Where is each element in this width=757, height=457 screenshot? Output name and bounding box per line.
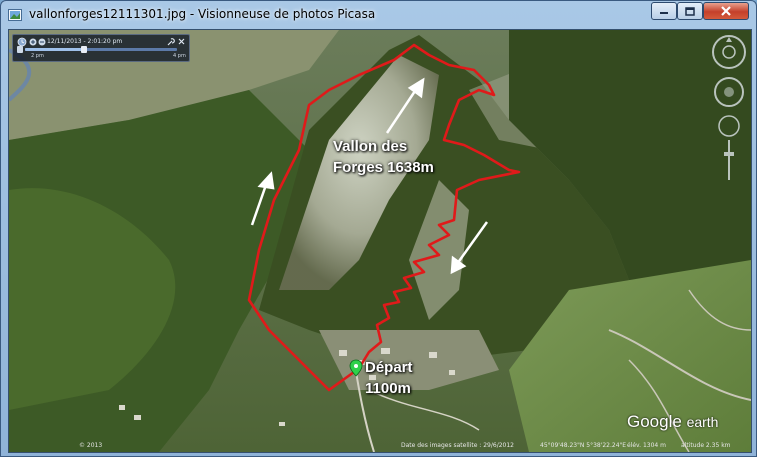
google-earth-logo-earth: earth	[686, 414, 719, 430]
picasa-viewer-window: vallonforges12111301.jpg - Visionneuse d…	[0, 0, 757, 457]
close-button[interactable]	[703, 2, 749, 20]
zoom-in-icon[interactable]	[29, 38, 37, 46]
start-label-line1: Départ	[365, 359, 413, 376]
imagery-date: Date des images satellite : 29/6/2012	[401, 442, 514, 449]
navigation-controls[interactable]	[707, 34, 751, 184]
altitude: altitude 2.35 km	[681, 442, 731, 449]
time-slider-panel[interactable]: 12/11/2013 - 2:01:20 pm 2 pm 4 pm	[12, 34, 190, 62]
status-bar: © 2013 Date des images satellite : 29/6/…	[9, 440, 751, 452]
start-label-line2: 1100m	[365, 380, 411, 397]
time-slider-start: 2 pm	[31, 53, 44, 59]
google-earth-logo: Google earth	[627, 412, 718, 432]
maximize-button[interactable]	[677, 2, 703, 20]
minimize-button[interactable]	[651, 2, 677, 20]
google-earth-logo-google: Google	[627, 412, 682, 431]
close-icon	[721, 6, 731, 16]
time-slider-end: 4 pm	[173, 53, 186, 59]
close-panel-icon[interactable]	[178, 38, 185, 45]
time-slider-date: 12/11/2013 - 2:01:20 pm	[47, 38, 123, 45]
window-title: vallonforges12111301.jpg - Visionneuse d…	[29, 7, 376, 21]
maximize-icon	[685, 6, 695, 16]
zoom-out-icon[interactable]	[38, 38, 46, 46]
title-bar[interactable]: vallonforges12111301.jpg - Visionneuse d…	[1, 1, 756, 29]
wrench-icon[interactable]	[167, 38, 175, 46]
picasa-app-icon	[8, 9, 22, 21]
elevation: élév. 1304 m	[627, 442, 666, 449]
summit-label-line1: Vallon des	[333, 138, 408, 155]
minimize-icon	[660, 12, 668, 14]
coordinates: 45°09'48.23"N 5°38'22.24"E	[540, 442, 627, 449]
photo-viewport[interactable]: Vallon des Forges 1638m Départ 1100m 12/…	[8, 29, 752, 453]
summit-label-line2: Forges 1638m	[333, 159, 434, 176]
copyright-text: © 2013	[79, 442, 103, 449]
